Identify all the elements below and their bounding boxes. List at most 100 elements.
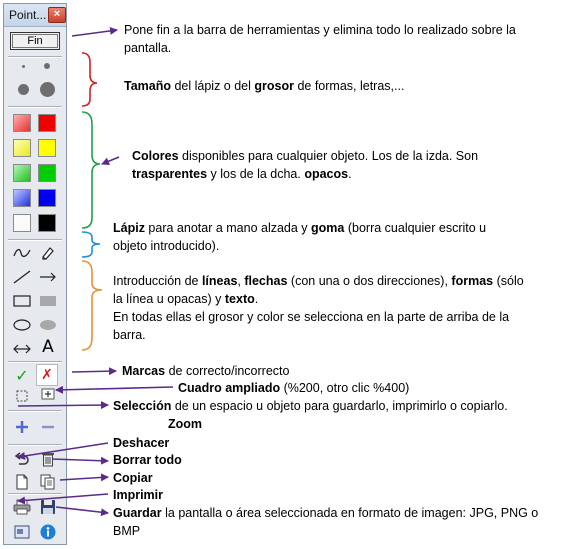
text: disponibles para cualquier objeto. Los d… bbox=[178, 149, 479, 163]
annotation-fin-line1: Pone fin a la barra de herramientas y el… bbox=[124, 23, 516, 37]
brace-pen bbox=[81, 231, 101, 258]
bold-text: trasparentes bbox=[132, 167, 208, 181]
color-white-transparent[interactable] bbox=[13, 214, 31, 232]
annotation-undo: Deshacer bbox=[113, 436, 170, 450]
annotation-fin: Pone fin a la barra de herramientas y el… bbox=[124, 21, 516, 57]
pencil-icon[interactable] bbox=[12, 244, 32, 262]
text: de un espacio u objeto para guardarlo, i… bbox=[171, 399, 508, 413]
pen-size-xlarge[interactable] bbox=[40, 82, 55, 97]
separator bbox=[8, 444, 62, 446]
separator bbox=[8, 239, 62, 241]
text: del lápiz o del bbox=[171, 79, 255, 93]
text: (sólo bbox=[493, 274, 524, 288]
text: (borra cualquier escrito u bbox=[344, 221, 487, 235]
annotation-copy: Copiar bbox=[113, 471, 153, 485]
double-arrow-icon[interactable] bbox=[12, 340, 32, 358]
annotation-pen: Lápiz para anotar a mano alzada y goma (… bbox=[113, 219, 486, 255]
bold-text: texto bbox=[224, 292, 255, 306]
brace-colors bbox=[81, 111, 101, 229]
separator bbox=[8, 361, 62, 363]
bold-text: flechas bbox=[244, 274, 288, 288]
color-blue-opaque[interactable] bbox=[38, 189, 56, 207]
trash-icon[interactable] bbox=[38, 450, 58, 468]
zoom-in-icon[interactable] bbox=[12, 418, 32, 436]
info-icon[interactable] bbox=[38, 523, 58, 541]
annotation-shapes: Introducción de líneas, flechas (con una… bbox=[113, 272, 524, 344]
text: BMP bbox=[113, 524, 141, 538]
save-icon[interactable] bbox=[38, 498, 58, 516]
bold-text: Cuadro ampliado bbox=[178, 381, 281, 395]
zoom-out-icon[interactable] bbox=[38, 418, 58, 436]
annotation-zoom: Zoom bbox=[168, 417, 203, 431]
print-icon[interactable] bbox=[12, 498, 32, 516]
text-icon[interactable]: A bbox=[38, 337, 58, 357]
color-blue-transparent[interactable] bbox=[13, 189, 31, 207]
arrow-marks bbox=[71, 367, 117, 376]
bold-text: goma bbox=[311, 221, 345, 235]
zoom-box-icon[interactable] bbox=[38, 385, 58, 403]
annotation-print: Imprimir bbox=[113, 488, 164, 502]
separator bbox=[8, 410, 62, 412]
bold-text: Selección bbox=[113, 399, 172, 413]
pen-size-small[interactable] bbox=[22, 65, 25, 68]
bold-text: Colores bbox=[132, 149, 179, 163]
title-bar[interactable]: Point... × bbox=[4, 4, 66, 27]
color-green-transparent[interactable] bbox=[13, 164, 31, 182]
document-icon[interactable] bbox=[12, 473, 32, 491]
annotation-zoom-box: Cuadro ampliado (%200, otro clic %400) bbox=[178, 379, 409, 397]
select-icon[interactable] bbox=[12, 387, 32, 405]
text: y los de la dcha. bbox=[207, 167, 305, 181]
rect-outline-icon[interactable] bbox=[12, 292, 32, 310]
bold-text: formas bbox=[451, 274, 494, 288]
annotation-colors: Colores disponibles para cualquier objet… bbox=[132, 147, 478, 183]
text: (%200, otro clic %400) bbox=[280, 381, 410, 395]
text: de correcto/incorrecto bbox=[165, 364, 290, 378]
line-icon[interactable] bbox=[12, 268, 32, 286]
color-black-opaque[interactable] bbox=[38, 214, 56, 232]
annotation-marks: Marcas de correcto/incorrecto bbox=[122, 362, 289, 380]
correct-icon[interactable]: ✓ bbox=[12, 366, 32, 385]
text: (con una o dos direcciones), bbox=[287, 274, 452, 288]
screen-icon[interactable] bbox=[12, 523, 32, 541]
bold-text: Marcas bbox=[122, 364, 166, 378]
bold-text: Lápiz bbox=[113, 221, 145, 235]
text: de formas, letras,... bbox=[293, 79, 405, 93]
incorrect-icon[interactable]: ✗ bbox=[36, 364, 58, 386]
pen-size-medium[interactable] bbox=[44, 63, 50, 69]
text: Introducción de bbox=[113, 274, 202, 288]
annotation-size: Tamaño del lápiz o del grosor de formas,… bbox=[124, 77, 404, 95]
annotation-fin-line2: pantalla. bbox=[124, 41, 172, 55]
arrow-zoom-box bbox=[55, 385, 174, 394]
ellipse-outline-icon[interactable] bbox=[12, 316, 32, 334]
bold-text: Guardar bbox=[113, 506, 162, 520]
color-yellow-opaque[interactable] bbox=[38, 139, 56, 157]
fin-button[interactable]: Fin bbox=[10, 32, 60, 50]
text: la pantalla o área seleccionada en forma… bbox=[161, 506, 539, 520]
separator bbox=[8, 106, 62, 108]
separator bbox=[8, 56, 62, 58]
pen-size-large[interactable] bbox=[18, 84, 29, 95]
color-green-opaque[interactable] bbox=[38, 164, 56, 182]
text: objeto introducido). bbox=[113, 239, 220, 253]
color-red-opaque[interactable] bbox=[38, 114, 56, 132]
text: . bbox=[348, 167, 352, 181]
text: barra. bbox=[113, 328, 146, 342]
close-button[interactable]: × bbox=[48, 7, 66, 23]
toolbar-window: Point... × Fin A ✓ ✗ bbox=[3, 3, 67, 545]
color-yellow-transparent[interactable] bbox=[13, 139, 31, 157]
color-red-transparent[interactable] bbox=[13, 114, 31, 132]
separator bbox=[8, 493, 62, 495]
arrow-icon[interactable] bbox=[38, 268, 58, 286]
rect-filled-icon[interactable] bbox=[38, 292, 58, 310]
eraser-icon[interactable] bbox=[38, 244, 58, 262]
brace-size bbox=[81, 52, 98, 107]
bold-text: Tamaño bbox=[124, 79, 171, 93]
bold-text: opacos bbox=[304, 167, 349, 181]
brace-shapes bbox=[81, 260, 103, 351]
undo-icon[interactable] bbox=[12, 450, 32, 468]
arrow-colors bbox=[101, 156, 120, 166]
copy-icon[interactable] bbox=[38, 473, 58, 491]
annotation-clear: Borrar todo bbox=[113, 453, 182, 467]
ellipse-filled-icon[interactable] bbox=[38, 316, 58, 334]
arrow-fin bbox=[71, 26, 118, 37]
